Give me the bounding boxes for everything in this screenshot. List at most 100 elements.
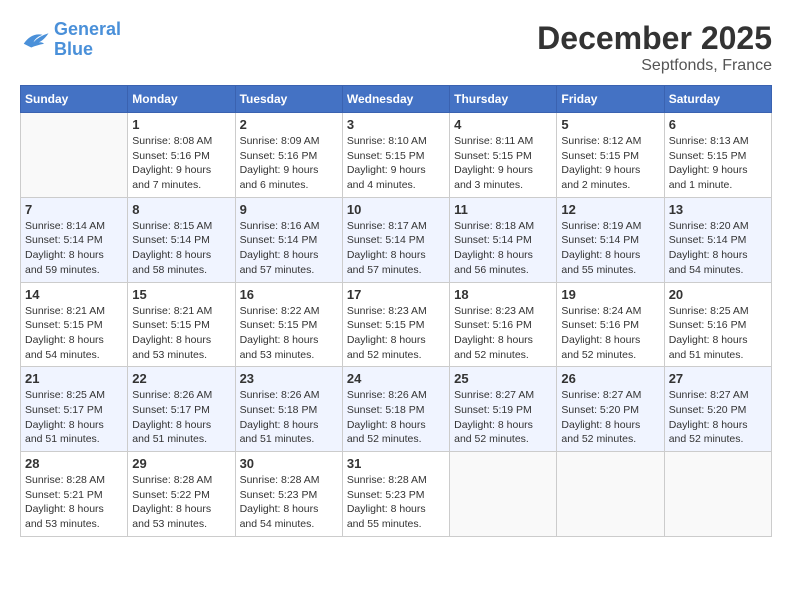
month-title: December 2025 xyxy=(537,20,772,57)
day-info: Sunrise: 8:21 AMSunset: 5:15 PMDaylight:… xyxy=(132,304,230,363)
day-info: Sunrise: 8:14 AMSunset: 5:14 PMDaylight:… xyxy=(25,219,123,278)
calendar-cell: 10 Sunrise: 8:17 AMSunset: 5:14 PMDayligh… xyxy=(342,197,449,282)
day-number: 3 xyxy=(347,117,445,132)
calendar-cell: 27 Sunrise: 8:27 AMSunset: 5:20 PMDayligh… xyxy=(664,367,771,452)
day-info: Sunrise: 8:12 AMSunset: 5:15 PMDaylight:… xyxy=(561,134,659,193)
day-info: Sunrise: 8:21 AMSunset: 5:15 PMDaylight:… xyxy=(25,304,123,363)
day-info: Sunrise: 8:23 AMSunset: 5:16 PMDaylight:… xyxy=(454,304,552,363)
day-info: Sunrise: 8:19 AMSunset: 5:14 PMDaylight:… xyxy=(561,219,659,278)
calendar-cell: 3 Sunrise: 8:10 AMSunset: 5:15 PMDaylight… xyxy=(342,113,449,198)
day-number: 10 xyxy=(347,202,445,217)
calendar-cell: 11 Sunrise: 8:18 AMSunset: 5:14 PMDayligh… xyxy=(450,197,557,282)
day-number: 20 xyxy=(669,287,767,302)
calendar-header-row: SundayMondayTuesdayWednesdayThursdayFrid… xyxy=(21,86,772,113)
calendar-cell xyxy=(21,113,128,198)
calendar-week-row: 14 Sunrise: 8:21 AMSunset: 5:15 PMDayligh… xyxy=(21,282,772,367)
day-info: Sunrise: 8:20 AMSunset: 5:14 PMDaylight:… xyxy=(669,219,767,278)
calendar-cell: 31Sunrise: 8:28 AMSunset: 5:23 PMDayligh… xyxy=(342,452,449,537)
day-info: Sunrise: 8:22 AMSunset: 5:15 PMDaylight:… xyxy=(240,304,338,363)
calendar-cell: 23 Sunrise: 8:26 AMSunset: 5:18 PMDayligh… xyxy=(235,367,342,452)
calendar-week-row: 28 Sunrise: 8:28 AMSunset: 5:21 PMDayligh… xyxy=(21,452,772,537)
day-number: 1 xyxy=(132,117,230,132)
calendar-cell: 14 Sunrise: 8:21 AMSunset: 5:15 PMDayligh… xyxy=(21,282,128,367)
day-number: 12 xyxy=(561,202,659,217)
day-info: Sunrise: 8:23 AMSunset: 5:15 PMDaylight:… xyxy=(347,304,445,363)
calendar-cell: 17 Sunrise: 8:23 AMSunset: 5:15 PMDayligh… xyxy=(342,282,449,367)
calendar-cell: 4 Sunrise: 8:11 AMSunset: 5:15 PMDaylight… xyxy=(450,113,557,198)
calendar-cell: 8 Sunrise: 8:15 AMSunset: 5:14 PMDaylight… xyxy=(128,197,235,282)
day-info: Sunrise: 8:28 AMSunset: 5:23 PMDaylight:… xyxy=(240,473,338,532)
calendar-cell: 22 Sunrise: 8:26 AMSunset: 5:17 PMDayligh… xyxy=(128,367,235,452)
day-info: Sunrise: 8:13 AMSunset: 5:15 PMDaylight:… xyxy=(669,134,767,193)
calendar-cell: 25Sunrise: 8:27 AMSunset: 5:19 PMDayligh… xyxy=(450,367,557,452)
calendar-cell: 28 Sunrise: 8:28 AMSunset: 5:21 PMDayligh… xyxy=(21,452,128,537)
calendar-cell: 12 Sunrise: 8:19 AMSunset: 5:14 PMDayligh… xyxy=(557,197,664,282)
day-number: 15 xyxy=(132,287,230,302)
day-number: 30 xyxy=(240,456,338,471)
calendar-cell: 19 Sunrise: 8:24 AMSunset: 5:16 PMDayligh… xyxy=(557,282,664,367)
calendar-week-row: 21 Sunrise: 8:25 AMSunset: 5:17 PMDayligh… xyxy=(21,367,772,452)
day-info: Sunrise: 8:27 AMSunset: 5:20 PMDaylight:… xyxy=(669,388,767,447)
day-number: 13 xyxy=(669,202,767,217)
calendar-cell: 6 Sunrise: 8:13 AMSunset: 5:15 PMDaylight… xyxy=(664,113,771,198)
day-info: Sunrise: 8:26 AMSunset: 5:17 PMDaylight:… xyxy=(132,388,230,447)
day-info: Sunrise: 8:25 AMSunset: 5:16 PMDaylight:… xyxy=(669,304,767,363)
calendar-cell: 24 Sunrise: 8:26 AMSunset: 5:18 PMDayligh… xyxy=(342,367,449,452)
column-header-wednesday: Wednesday xyxy=(342,86,449,113)
calendar-cell: 30 Sunrise: 8:28 AMSunset: 5:23 PMDayligh… xyxy=(235,452,342,537)
day-info: Sunrise: 8:27 AMSunset: 5:20 PMDaylight:… xyxy=(561,388,659,447)
day-info: Sunrise: 8:24 AMSunset: 5:16 PMDaylight:… xyxy=(561,304,659,363)
day-number: 2 xyxy=(240,117,338,132)
day-number: 16 xyxy=(240,287,338,302)
day-info: Sunrise: 8:09 AMSunset: 5:16 PMDaylight:… xyxy=(240,134,338,193)
day-number: 26 xyxy=(561,371,659,386)
day-info: Sunrise: 8:26 AMSunset: 5:18 PMDaylight:… xyxy=(347,388,445,447)
day-info: Sunrise: 8:25 AMSunset: 5:17 PMDaylight:… xyxy=(25,388,123,447)
day-info: Sunrise: 8:15 AMSunset: 5:14 PMDaylight:… xyxy=(132,219,230,278)
day-info: Sunrise: 8:10 AMSunset: 5:15 PMDaylight:… xyxy=(347,134,445,193)
title-section: December 2025 Septfonds, France xyxy=(537,20,772,75)
calendar-week-row: 1 Sunrise: 8:08 AMSunset: 5:16 PMDaylight… xyxy=(21,113,772,198)
day-number: 6 xyxy=(669,117,767,132)
calendar-cell: 20 Sunrise: 8:25 AMSunset: 5:16 PMDayligh… xyxy=(664,282,771,367)
calendar-cell: 5 Sunrise: 8:12 AMSunset: 5:15 PMDaylight… xyxy=(557,113,664,198)
logo-line2: Blue xyxy=(54,39,93,59)
day-number: 5 xyxy=(561,117,659,132)
calendar-cell: 15 Sunrise: 8:21 AMSunset: 5:15 PMDayligh… xyxy=(128,282,235,367)
day-number: 18 xyxy=(454,287,552,302)
day-number: 29 xyxy=(132,456,230,471)
day-number: 27 xyxy=(669,371,767,386)
day-info: Sunrise: 8:08 AMSunset: 5:16 PMDaylight:… xyxy=(132,134,230,193)
calendar-cell: 26 Sunrise: 8:27 AMSunset: 5:20 PMDayligh… xyxy=(557,367,664,452)
day-info: Sunrise: 8:28 AMSunset: 5:22 PMDaylight:… xyxy=(132,473,230,532)
day-number: 17 xyxy=(347,287,445,302)
day-info: Sunrise: 8:26 AMSunset: 5:18 PMDaylight:… xyxy=(240,388,338,447)
calendar-week-row: 7 Sunrise: 8:14 AMSunset: 5:14 PMDaylight… xyxy=(21,197,772,282)
calendar-cell: 18 Sunrise: 8:23 AMSunset: 5:16 PMDayligh… xyxy=(450,282,557,367)
day-number: 21 xyxy=(25,371,123,386)
day-info: Sunrise: 8:28 AMSunset: 5:21 PMDaylight:… xyxy=(25,473,123,532)
day-number: 25 xyxy=(454,371,552,386)
day-number: 24 xyxy=(347,371,445,386)
calendar-cell: 13 Sunrise: 8:20 AMSunset: 5:14 PMDayligh… xyxy=(664,197,771,282)
location: Septfonds, France xyxy=(537,57,772,75)
calendar-cell: 16 Sunrise: 8:22 AMSunset: 5:15 PMDayligh… xyxy=(235,282,342,367)
day-number: 14 xyxy=(25,287,123,302)
day-number: 22 xyxy=(132,371,230,386)
day-number: 28 xyxy=(25,456,123,471)
day-number: 4 xyxy=(454,117,552,132)
day-info: Sunrise: 8:11 AMSunset: 5:15 PMDaylight:… xyxy=(454,134,552,193)
day-info: Sunrise: 8:16 AMSunset: 5:14 PMDaylight:… xyxy=(240,219,338,278)
day-number: 19 xyxy=(561,287,659,302)
column-header-monday: Monday xyxy=(128,86,235,113)
day-number: 23 xyxy=(240,371,338,386)
logo-icon xyxy=(20,28,50,52)
calendar-table: SundayMondayTuesdayWednesdayThursdayFrid… xyxy=(20,85,772,537)
day-number: 8 xyxy=(132,202,230,217)
day-number: 7 xyxy=(25,202,123,217)
day-info: Sunrise: 8:28 AMSunset: 5:23 PMDaylight:… xyxy=(347,473,445,532)
column-header-tuesday: Tuesday xyxy=(235,86,342,113)
day-number: 11 xyxy=(454,202,552,217)
day-info: Sunrise: 8:17 AMSunset: 5:14 PMDaylight:… xyxy=(347,219,445,278)
day-info: Sunrise: 8:18 AMSunset: 5:14 PMDaylight:… xyxy=(454,219,552,278)
